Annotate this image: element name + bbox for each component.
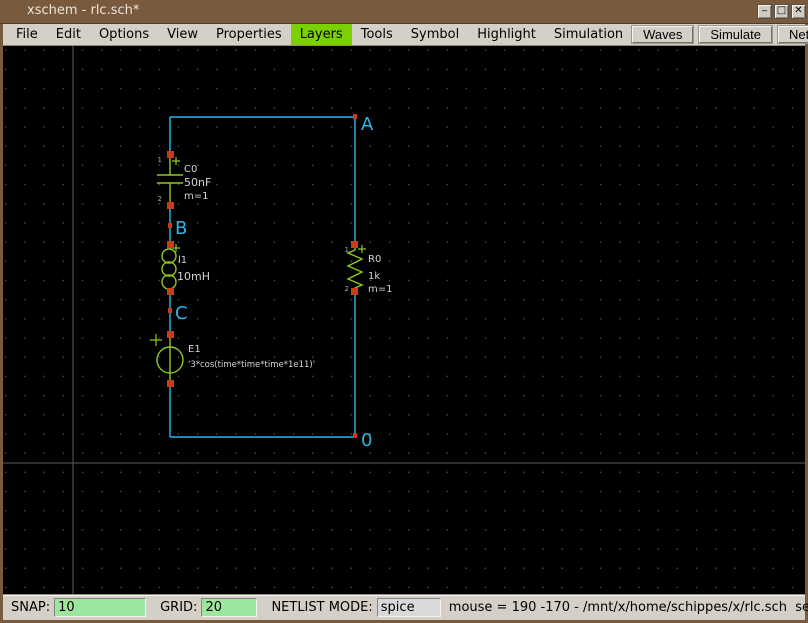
- capacitor-plus-icon: [172, 157, 180, 165]
- menu-item-tools[interactable]: Tools: [352, 24, 402, 45]
- window-title: xschem - rlc.sch*: [27, 3, 139, 18]
- maximize-icon: □: [775, 5, 788, 17]
- pin[interactable]: [167, 331, 174, 338]
- e1-value-label[interactable]: '3*cos(time*time*time*1e11)': [188, 360, 315, 370]
- l1-value-label[interactable]: 10mH: [177, 270, 210, 283]
- net-label-a[interactable]: A: [361, 114, 374, 135]
- pin[interactable]: [167, 241, 174, 248]
- close-button[interactable]: ✕: [791, 4, 806, 19]
- menu-item-view[interactable]: View: [158, 24, 207, 45]
- pin[interactable]: [167, 151, 174, 158]
- source-plus-icon: [150, 334, 162, 346]
- minimize-button[interactable]: _: [757, 4, 772, 19]
- waves-button[interactable]: Waves: [632, 26, 693, 43]
- source-e1-symbol[interactable]: [150, 334, 183, 380]
- minimize-icon: _: [758, 4, 771, 13]
- anchor: [168, 223, 172, 228]
- menu-item-simulation[interactable]: Simulation: [545, 24, 632, 45]
- inductor-l1-symbol[interactable]: [162, 244, 180, 292]
- netlist-mode-input[interactable]: [377, 598, 441, 617]
- menu-item-layers[interactable]: Layers: [291, 24, 352, 45]
- resistor-r0-symbol[interactable]: [348, 245, 366, 292]
- net-label-c[interactable]: C: [175, 303, 188, 324]
- netlist-mode-label: NETLIST MODE:: [271, 600, 372, 615]
- schematic-drawing[interactable]: 1 2 1 2 C0 50nF m=1 l1 10mH R0 1k m=1 E1…: [3, 46, 805, 594]
- menu-item-symbol[interactable]: Symbol: [402, 24, 468, 45]
- c0-ref-label[interactable]: C0: [184, 164, 197, 175]
- resistor-plus-icon: [358, 245, 366, 253]
- c0-pin2-number: 2: [158, 195, 162, 203]
- pin[interactable]: [351, 288, 358, 295]
- grid-label: GRID:: [160, 600, 197, 615]
- menu-bar: File Edit Options View Properties Layers…: [3, 24, 805, 46]
- schematic-canvas[interactable]: 1 2 1 2 C0 50nF m=1 l1 10mH R0 1k m=1 E1…: [3, 46, 805, 594]
- e1-ref-label[interactable]: E1: [188, 344, 201, 355]
- r0-mult-label[interactable]: m=1: [368, 284, 392, 295]
- c0-pin1-number: 1: [158, 156, 162, 164]
- net-label-0[interactable]: 0: [361, 430, 372, 451]
- pin[interactable]: [167, 202, 174, 209]
- window-controls: _ □ ✕: [757, 4, 806, 19]
- snap-label: SNAP:: [11, 600, 50, 615]
- grid-input[interactable]: [201, 598, 257, 617]
- menu-item-file[interactable]: File: [7, 24, 47, 45]
- menu-item-highlight[interactable]: Highlight: [468, 24, 545, 45]
- title-bar[interactable]: xschem - rlc.sch* _ □ ✕: [0, 0, 808, 24]
- toolbar-buttons: Waves Simulate Netlist Help: [632, 24, 808, 45]
- r0-pin1-number: 1: [345, 246, 349, 254]
- mouse-info: mouse = 190 -170 - /mnt/x/home/schippes/…: [449, 600, 808, 615]
- maximize-button[interactable]: □: [774, 4, 789, 19]
- menu-item-options[interactable]: Options: [90, 24, 158, 45]
- snap-input[interactable]: [54, 598, 146, 617]
- netlist-button[interactable]: Netlist: [778, 26, 808, 43]
- anchor: [353, 114, 357, 119]
- l1-ref-label[interactable]: l1: [178, 255, 187, 266]
- net-label-b[interactable]: B: [175, 218, 187, 239]
- pin[interactable]: [167, 380, 174, 387]
- anchor: [168, 308, 172, 313]
- simulate-button[interactable]: Simulate: [699, 26, 772, 43]
- pin[interactable]: [351, 241, 358, 248]
- close-icon: ✕: [792, 5, 805, 17]
- anchor: [353, 433, 357, 438]
- r0-pin2-number: 2: [345, 285, 349, 293]
- xschem-window: xschem - rlc.sch* _ □ ✕ File Edit Option…: [0, 0, 808, 623]
- menu-item-properties[interactable]: Properties: [207, 24, 291, 45]
- menu-item-edit[interactable]: Edit: [47, 24, 90, 45]
- r0-value-label[interactable]: 1k: [368, 271, 380, 282]
- pin[interactable]: [167, 288, 174, 295]
- window-content: File Edit Options View Properties Layers…: [3, 24, 805, 620]
- c0-value-label[interactable]: 50nF: [184, 176, 211, 189]
- r0-ref-label[interactable]: R0: [368, 254, 381, 265]
- c0-mult-label[interactable]: m=1: [184, 191, 208, 202]
- status-bar: SNAP: GRID: NETLIST MODE: mouse = 190 -1…: [3, 594, 805, 620]
